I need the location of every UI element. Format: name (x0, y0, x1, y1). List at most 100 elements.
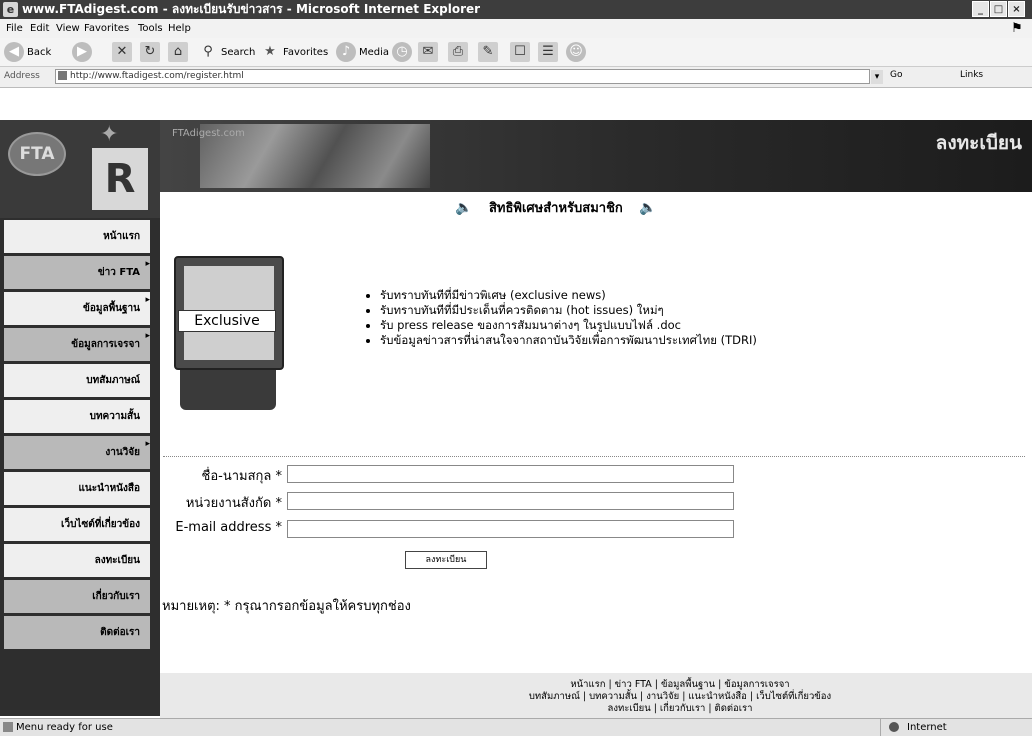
arrow-icon: ▸ (145, 259, 150, 269)
required-mark: * (275, 469, 283, 484)
research-button[interactable]: ☰ (538, 40, 561, 64)
benefit-title-text: สิทธิพิเศษสำหรับสมาชิก (488, 201, 623, 216)
home-button[interactable]: ⌂ (168, 40, 191, 64)
history-button[interactable]: ◷ (392, 40, 415, 64)
security-zone: Internet (880, 719, 947, 736)
back-button[interactable]: ◀ Back (4, 40, 51, 64)
ie-logo-icon: e (3, 2, 18, 17)
window-title: www.FTAdigest.com - ลงทะเบียนรับข่าวสาร … (22, 2, 481, 16)
menu-tools[interactable]: Tools (138, 19, 163, 38)
forward-button[interactable]: ▶ (72, 40, 95, 64)
forward-arrow-icon: ▶ (72, 42, 92, 62)
history-icon: ◷ (392, 42, 412, 62)
footer-links-row-3[interactable]: ลงทะเบียน | เกี่ยวกับเรา | ติดต่อเรา (420, 703, 940, 715)
arrow-icon: ▸ (145, 439, 150, 449)
nav-fta-news[interactable]: ข่าว FTA ▸ (4, 256, 150, 289)
maximize-button[interactable]: □ (990, 1, 1007, 17)
discuss-button[interactable]: ☐ (510, 40, 533, 64)
edit-button[interactable]: ✎ (478, 40, 501, 64)
minimize-button[interactable]: _ (972, 1, 989, 17)
favorites-label: Favorites (283, 46, 329, 58)
nav-books[interactable]: แนะนำหนังสือ (4, 472, 150, 505)
email-input[interactable] (287, 520, 734, 538)
page-banner: FTAdigest.com ลงทะเบียน (160, 120, 1032, 192)
benefits-list: รับทราบทันทีที่มีข่าวพิเศษ (exclusive ne… (366, 288, 757, 348)
edit-icon: ✎ (478, 42, 498, 62)
menu-edit[interactable]: Edit (30, 19, 49, 38)
name-input[interactable] (287, 465, 734, 483)
arrow-icon: ▸ (145, 331, 150, 341)
nav-contact[interactable]: ติดต่อเรา (4, 616, 150, 649)
go-button[interactable]: Go (890, 70, 902, 80)
footer-links: หน้าแรก | ข่าว FTA | ข้อมูลพื้นฐาน | ข้อ… (420, 679, 940, 715)
close-button[interactable]: × (1008, 1, 1025, 17)
org-label-text: หน่วยงานสังกัด (185, 496, 272, 511)
menu-file[interactable]: File (6, 19, 23, 38)
register-submit-button[interactable]: ลงทะเบียน (405, 551, 487, 569)
nav-about[interactable]: เกี่ยวกับเรา (4, 580, 150, 613)
name-label-text: ชื่อ-นามสกุล (201, 469, 272, 484)
back-label: Back (27, 46, 52, 58)
required-mark: * (275, 520, 283, 535)
media-button[interactable]: ♪ Media (336, 40, 389, 64)
exclusive-label: Exclusive (178, 310, 276, 332)
page-status-icon (3, 722, 13, 732)
status-bar: Menu ready for use Internet (0, 718, 1032, 736)
footer-links-row-1[interactable]: หน้าแรก | ข่าว FTA | ข้อมูลพื้นฐาน | ข้อ… (420, 679, 940, 691)
window-title-bar[interactable]: e www.FTAdigest.com - ลงทะเบียนรับข่าวสา… (0, 0, 1032, 19)
stop-button[interactable]: ✕ (112, 40, 135, 64)
arrow-icon: ▸ (145, 295, 150, 305)
banner-site-name: FTAdigest.com (172, 128, 245, 139)
back-arrow-icon: ◀ (4, 42, 24, 62)
exclusive-monitor-image: Exclusive (168, 252, 288, 412)
page-heading: ลงทะเบียน (935, 132, 1022, 154)
nav-fta-news-label: ข่าว FTA (97, 267, 140, 278)
messenger-icon: ☺ (566, 42, 586, 62)
footer-links-row-2[interactable]: บทสัมภาษณ์ | บทความสั้น | งานวิจัย | แนะ… (420, 691, 940, 703)
benefit-item: รับ press release ของการสัมมนาต่างๆ ในรู… (380, 318, 757, 333)
messenger-button[interactable]: ☺ (566, 40, 589, 64)
toolbar: ◀ Back ▶ ✕ ↻ ⌂ ⚲ Search ★ Favorites ♪ Me… (0, 38, 1032, 67)
site-logo[interactable]: FTA ✦ R (0, 120, 160, 218)
nav-negotiation[interactable]: ข้อมูลการเจรจา ▸ (4, 328, 150, 361)
nav-register[interactable]: ลงทะเบียน (4, 544, 150, 577)
monitor-frame: Exclusive (174, 256, 284, 370)
speaker-icon: 🔈 (639, 200, 657, 216)
organization-input[interactable] (287, 492, 734, 510)
nav-research[interactable]: งานวิจัย ▸ (4, 436, 150, 469)
windows-flag-icon: ⚑ (1011, 21, 1023, 36)
page-icon (58, 71, 67, 80)
required-mark: * (275, 496, 283, 511)
benefit-item: รับทราบทันทีที่มีข่าวพิเศษ (exclusive ne… (380, 288, 757, 303)
address-dropdown-button[interactable]: ▾ (871, 70, 883, 84)
nav-interviews[interactable]: บทสัมภาษณ์ (4, 364, 150, 397)
menu-view[interactable]: View (56, 19, 80, 38)
nav-related-sites[interactable]: เว็บไซต์ที่เกี่ยวข้อง (4, 508, 150, 541)
sidebar-nav: หน้าแรก ข่าว FTA ▸ ข้อมูลพื้นฐาน ▸ ข้อมูลก… (0, 218, 160, 716)
links-button[interactable]: Links (960, 70, 983, 80)
fta-logo-text: FTA (8, 132, 66, 176)
search-button[interactable]: ⚲ Search (198, 40, 255, 64)
benefit-item: รับข้อมูลข่าวสารที่น่าสนใจจากสถาบันวิจัย… (380, 333, 757, 348)
menu-help[interactable]: Help (168, 19, 191, 38)
print-button[interactable]: ⎙ (448, 40, 471, 64)
address-label: Address (4, 71, 40, 81)
address-bar: Address http://www.ftadigest.com/registe… (0, 67, 1032, 88)
favorites-button[interactable]: ★ Favorites (260, 40, 328, 64)
email-label-text: E-mail address (175, 520, 272, 535)
star-icon: ✦ (100, 122, 119, 147)
benefit-item: รับทราบทันทีที่มีประเด็นที่ควรติดตาม (ho… (380, 303, 757, 318)
media-icon: ♪ (336, 42, 356, 62)
monitor-stand (180, 370, 276, 410)
mail-icon: ✉ (418, 42, 438, 62)
refresh-button[interactable]: ↻ (140, 40, 163, 64)
address-input[interactable]: http://www.ftadigest.com/register.html (55, 69, 870, 84)
nav-basic-info[interactable]: ข้อมูลพื้นฐาน ▸ (4, 292, 150, 325)
research-icon: ☰ (538, 42, 558, 62)
nav-home[interactable]: หน้าแรก (4, 220, 150, 253)
mail-button[interactable]: ✉ (418, 40, 441, 64)
menu-favorites[interactable]: Favorites (84, 19, 129, 38)
nav-articles[interactable]: บทความสั้น (4, 400, 150, 433)
star-icon: ★ (264, 44, 276, 59)
nav-basic-info-label: ข้อมูลพื้นฐาน (83, 303, 140, 314)
